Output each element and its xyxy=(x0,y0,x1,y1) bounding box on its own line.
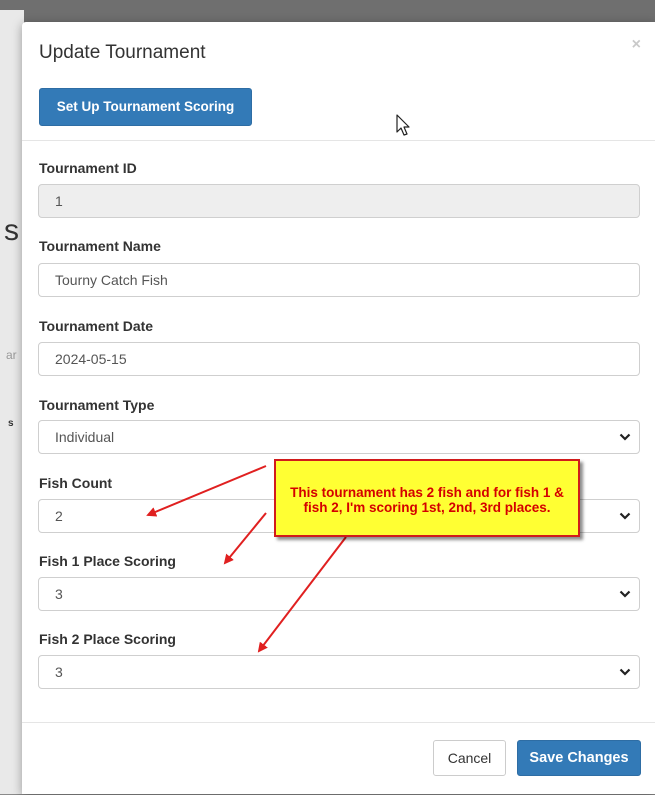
fish2-place-scoring-select[interactable]: 3 xyxy=(38,655,640,689)
modal-footer: Cancel Save Changes xyxy=(22,722,655,795)
tournament-name-input[interactable]: Tourny Catch Fish xyxy=(38,263,640,297)
chevron-down-icon xyxy=(619,433,631,441)
chevron-down-icon xyxy=(619,668,631,676)
tournament-type-label: Tournament Type xyxy=(39,397,155,413)
tournament-name-label: Tournament Name xyxy=(39,238,161,254)
annotation-callout: This tournament has 2 fish and for fish … xyxy=(274,459,580,537)
chevron-down-icon xyxy=(619,512,631,520)
chevron-down-icon xyxy=(619,590,631,598)
background-text: s xyxy=(8,418,14,429)
mouse-pointer-icon xyxy=(396,114,410,136)
cancel-button[interactable]: Cancel xyxy=(433,740,506,776)
set-up-scoring-button[interactable]: Set Up Tournament Scoring xyxy=(39,88,252,126)
tournament-id-label: Tournament ID xyxy=(39,160,137,176)
annotation-line-2: fish 2, I'm scoring 1st, 2nd, 3rd places… xyxy=(303,500,551,515)
fish-count-value: 2 xyxy=(55,508,63,524)
background-text: ar xyxy=(6,348,17,362)
close-icon[interactable]: × xyxy=(632,36,641,54)
tournament-date-input[interactable]: 2024-05-15 xyxy=(38,342,640,376)
fish1-place-scoring-label: Fish 1 Place Scoring xyxy=(39,553,176,569)
tournament-type-value: Individual xyxy=(55,429,115,445)
fish1-place-scoring-value: 3 xyxy=(55,586,63,602)
save-changes-button[interactable]: Save Changes xyxy=(517,740,641,776)
background-text: s xyxy=(4,214,19,247)
modal-header: Update Tournament × Set Up Tournament Sc… xyxy=(22,22,655,141)
fish2-place-scoring-value: 3 xyxy=(55,664,63,680)
tournament-type-select[interactable]: Individual xyxy=(38,420,640,454)
fish1-place-scoring-select[interactable]: 3 xyxy=(38,577,640,611)
tournament-id-field: 1 xyxy=(38,184,640,218)
background-page: s ar s xyxy=(0,10,24,794)
fish-count-label: Fish Count xyxy=(39,475,113,491)
annotation-line-1: This tournament has 2 fish and for fish … xyxy=(290,485,564,500)
tournament-date-label: Tournament Date xyxy=(39,318,154,334)
modal-title: Update Tournament xyxy=(39,42,206,63)
update-tournament-modal: Update Tournament × Set Up Tournament Sc… xyxy=(22,22,655,794)
fish2-place-scoring-label: Fish 2 Place Scoring xyxy=(39,631,176,647)
